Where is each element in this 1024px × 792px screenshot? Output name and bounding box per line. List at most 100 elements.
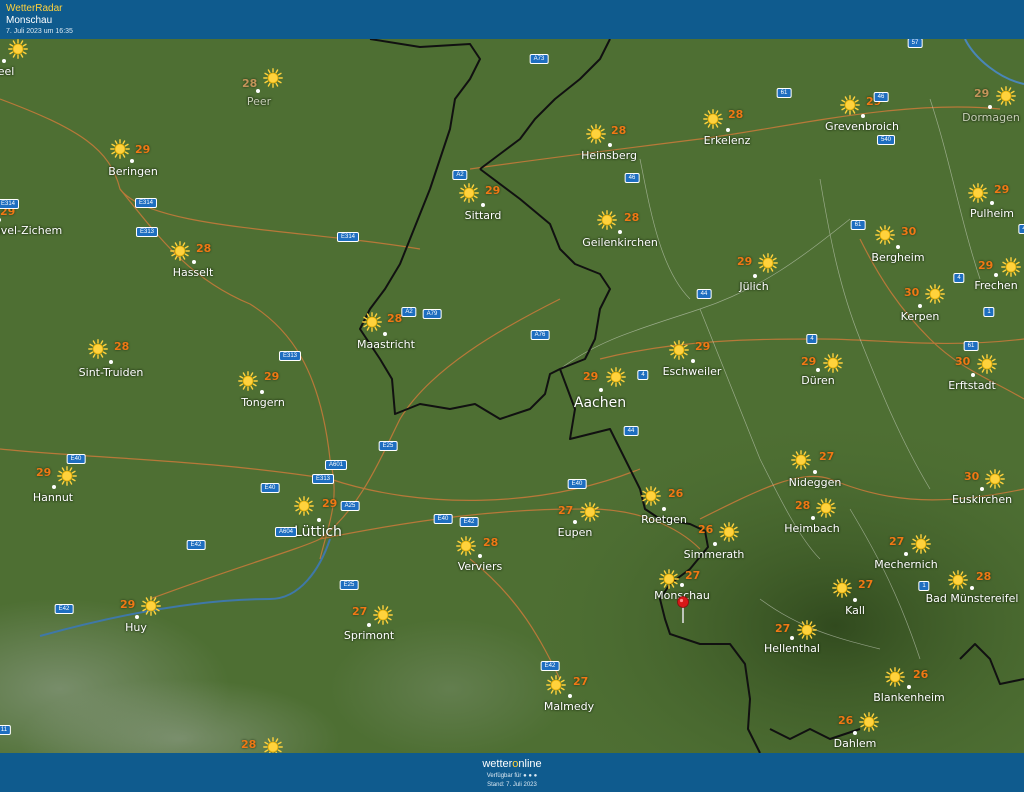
sun-icon[interactable] <box>263 737 283 753</box>
sun-icon[interactable] <box>968 183 988 203</box>
sun-icon[interactable] <box>294 496 314 516</box>
city-name: Tongern <box>241 396 285 409</box>
sun-icon[interactable] <box>758 253 778 273</box>
sun-icon[interactable] <box>977 354 997 374</box>
city-dot <box>383 332 387 336</box>
road-badge: 44 <box>696 289 712 299</box>
road-badge: 61 <box>963 341 979 351</box>
city-dot <box>726 128 730 132</box>
city-dot <box>478 554 482 558</box>
sun-icon[interactable] <box>456 536 476 556</box>
city-dot <box>260 390 264 394</box>
city-name: Kerpen <box>900 310 940 323</box>
road-badge: A604 <box>274 527 298 537</box>
temperature-label: 29 <box>120 598 136 611</box>
sun-icon[interactable] <box>586 124 606 144</box>
city-dot <box>680 583 684 587</box>
sun-icon[interactable] <box>885 667 905 687</box>
city-name: Euskirchen <box>951 493 1013 506</box>
sun-icon[interactable] <box>948 570 968 590</box>
road-badge: 1 <box>983 307 995 317</box>
temperature-label: 29 <box>322 497 338 510</box>
city-name: Verviers <box>457 560 503 573</box>
sun-icon[interactable] <box>580 502 600 522</box>
temperature-label: 27 <box>819 450 835 463</box>
road-badge: E42 <box>459 517 479 527</box>
sun-icon[interactable] <box>373 605 393 625</box>
road-badge: E313 <box>135 227 159 237</box>
sun-icon[interactable] <box>719 522 739 542</box>
sun-icon[interactable] <box>840 95 860 115</box>
sun-icon[interactable] <box>8 39 28 59</box>
temperature-label: 29 <box>978 259 994 272</box>
city-name: Pulheim <box>970 207 1014 220</box>
sun-icon[interactable] <box>996 86 1016 106</box>
city-dot <box>896 245 900 249</box>
city-name: Dormagen <box>962 111 1020 124</box>
road-badge: 46 <box>624 173 640 183</box>
city-name: Lüttich <box>294 524 342 540</box>
logo-part: wetter <box>482 758 513 770</box>
city-name: Grevenbroich <box>825 120 899 133</box>
temperature-label: 26 <box>913 668 929 681</box>
location-pin-icon[interactable] <box>677 596 689 624</box>
road-badge: 57 <box>907 39 923 48</box>
temperature-label: 30 <box>904 286 920 299</box>
sun-icon[interactable] <box>875 225 895 245</box>
location-title[interactable]: Monschau <box>6 15 52 26</box>
sun-icon[interactable] <box>669 340 689 360</box>
city-dot <box>367 623 371 627</box>
city-name: Blankenheim <box>873 691 945 704</box>
city-name: Eupen <box>557 526 593 539</box>
sun-icon[interactable] <box>362 312 382 332</box>
availability-note: Verfügbar für ● ● ● <box>0 773 1024 779</box>
sun-icon[interactable] <box>459 183 479 203</box>
sun-icon[interactable] <box>88 339 108 359</box>
city-name: Kall <box>845 604 865 617</box>
sun-icon[interactable] <box>859 712 879 732</box>
temperature-label: 29 <box>801 355 817 368</box>
city-dot <box>904 552 908 556</box>
data-stand: Stand: 7. Juli 2023 <box>487 782 537 788</box>
temperature-label: 29 <box>974 87 990 100</box>
sun-icon[interactable] <box>832 578 852 598</box>
weather-map[interactable]: 28 Peer 29 Beringen 28 Hasselt 28 Sint-Truiden 2… <box>0 39 1024 753</box>
sun-icon[interactable] <box>263 68 283 88</box>
sun-icon[interactable] <box>141 596 161 616</box>
city-name: Huy <box>125 621 147 634</box>
sun-icon[interactable] <box>57 466 77 486</box>
city-dot <box>988 105 992 109</box>
sun-icon[interactable] <box>641 486 661 506</box>
map-terrain <box>0 39 1024 753</box>
sun-icon[interactable] <box>816 498 836 518</box>
temperature-label: 29 <box>264 370 280 383</box>
temperature-label: 30 <box>955 355 971 368</box>
road-badge: A601 <box>324 460 348 470</box>
sun-icon[interactable] <box>170 241 190 261</box>
sun-icon[interactable] <box>659 569 679 589</box>
road-badge: A25 <box>340 501 360 511</box>
temperature-label: 27 <box>685 569 701 582</box>
city-name: Peer <box>246 95 272 108</box>
sun-icon[interactable] <box>703 109 723 129</box>
city-dot <box>816 368 820 372</box>
temperature-label: 26 <box>838 714 854 727</box>
sun-icon[interactable] <box>791 450 811 470</box>
sun-icon[interactable] <box>925 284 945 304</box>
road-badge: 4 <box>953 273 965 283</box>
sun-icon[interactable] <box>238 371 258 391</box>
sun-icon[interactable] <box>110 139 130 159</box>
sun-icon[interactable] <box>1001 257 1021 277</box>
city-dot <box>971 373 975 377</box>
sun-icon[interactable] <box>546 675 566 695</box>
sun-icon[interactable] <box>606 367 626 387</box>
sun-icon[interactable] <box>797 620 817 640</box>
sun-icon[interactable] <box>823 353 843 373</box>
city-dot <box>853 731 857 735</box>
city-name: Eschweiler <box>662 365 722 378</box>
sun-icon[interactable] <box>597 210 617 230</box>
sun-icon[interactable] <box>911 534 931 554</box>
brand-title: WetterRadar <box>6 3 63 14</box>
sun-icon[interactable] <box>985 469 1005 489</box>
wetteronline-logo[interactable]: wetteronline <box>0 758 1024 770</box>
